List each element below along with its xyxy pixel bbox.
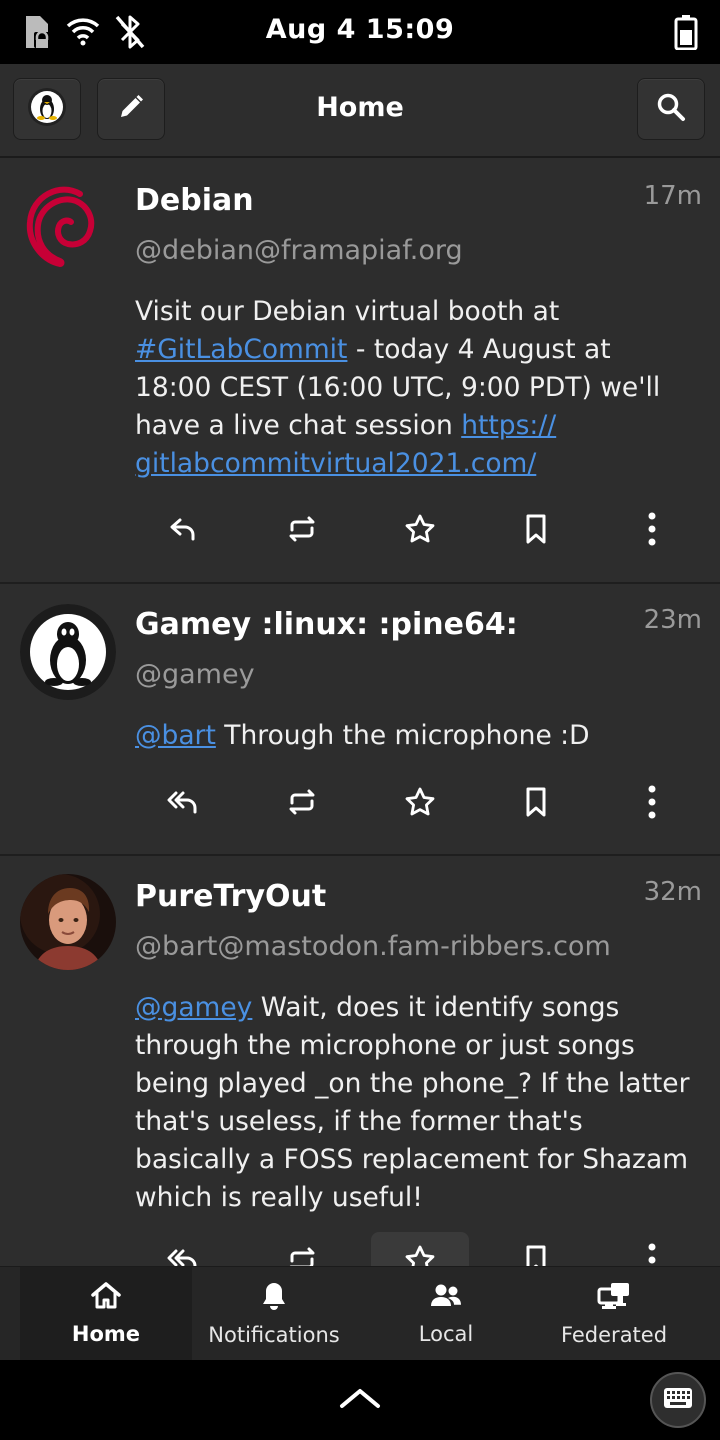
nav-federated[interactable]: Federated [532,1267,696,1361]
nav-label: Federated [560,1323,668,1347]
author-name[interactable]: Gamey :linux: :pine64: [135,607,518,642]
boost-button[interactable] [272,501,332,561]
more-button[interactable] [622,774,682,834]
page-title: Home [316,92,404,123]
more-vertical-icon [647,512,657,550]
search-button[interactable] [637,78,705,140]
boost-button[interactable] [272,1232,332,1266]
bookmark-icon [524,513,548,549]
post-text: Through the microphone :D [215,720,590,751]
battery-icon [674,14,698,54]
favourite-star-icon [404,1244,436,1266]
home-icon [90,1282,122,1314]
post-actions [125,1232,710,1266]
mention-link[interactable]: @gamey [135,992,252,1023]
post-actions [125,501,710,561]
bell-icon [260,1281,288,1315]
reply-all-icon [167,789,201,819]
keyboard-toggle-button[interactable] [650,1372,706,1428]
header-bar: Home [0,64,720,158]
boost-button[interactable] [272,774,332,834]
author-handle[interactable]: @gamey [135,659,255,690]
post-content: @gamey Wait, does it identify songs thro… [135,989,695,1217]
clock: Aug 4 15:09 [265,14,455,45]
people-icon [429,1282,463,1314]
bookmark-button[interactable] [506,774,566,834]
more-button[interactable] [622,501,682,561]
nav-local[interactable]: Local [370,1267,522,1361]
favourite-button[interactable] [371,1232,469,1266]
boost-icon [286,1246,318,1266]
author-name[interactable]: PureTryOut [135,879,326,914]
avatar[interactable] [20,176,116,272]
mention-link[interactable]: @bart [135,720,216,751]
bookmark-icon [524,786,548,822]
nav-label: Notifications [208,1323,340,1347]
post-gamey[interactable]: Gamey :linux: :pine64: @gamey 23m @bart … [0,584,720,856]
bookmark-button[interactable] [506,501,566,561]
system-gesture-bar [0,1360,720,1440]
more-button[interactable] [622,1232,682,1266]
favourite-button[interactable] [390,774,450,834]
url-link[interactable]: gitlabcommitvirtual2021.com/ [135,448,536,479]
avatar[interactable] [20,874,116,970]
favourite-star-icon [404,513,436,549]
nav-home[interactable]: Home [20,1267,192,1361]
post-text: Visit our Debian virtual booth at [135,296,560,327]
favourite-button[interactable] [390,501,450,561]
post-puretryout[interactable]: PureTryOut @bart@mastodon.fam-ribbers.co… [0,856,720,1266]
post-content: Visit our Debian virtual booth at #GitLa… [135,293,695,483]
bookmark-icon [524,1244,548,1266]
timeline[interactable]: Debian @debian@framapiaf.org 17m Visit o… [0,158,720,1266]
post-time: 32m [643,877,702,907]
reply-all-button[interactable] [154,1232,214,1266]
reply-all-button[interactable] [154,774,214,834]
more-vertical-icon [647,785,657,823]
avatar[interactable] [20,604,116,700]
post-actions [125,774,710,834]
keyboard-icon [663,1387,693,1413]
author-name[interactable]: Debian [135,183,254,218]
author-handle[interactable]: @bart@mastodon.fam-ribbers.com [135,931,611,962]
reply-button[interactable] [154,501,214,561]
hashtag-link[interactable]: #GitLabCommit [135,334,347,365]
favourite-star-icon [404,786,436,822]
federated-network-icon [597,1281,631,1315]
nav-notifications[interactable]: Notifications [192,1267,356,1361]
nav-label: Local [418,1322,474,1346]
boost-icon [286,788,318,820]
chevron-up-icon[interactable] [338,1386,382,1414]
author-handle[interactable]: @debian@framapiaf.org [135,235,463,266]
post-content: @bart Through the microphone :D [135,717,695,755]
boost-icon [286,515,318,547]
post-time: 23m [643,605,702,635]
reply-icon [169,516,199,546]
bookmark-button[interactable] [506,1232,566,1266]
nav-label: Home [71,1322,141,1346]
bottom-navigation: Home Notifications Local Federated [0,1266,720,1361]
status-bar: Aug 4 15:09 [0,0,720,64]
reply-all-icon [167,1247,201,1266]
more-vertical-icon [647,1243,657,1266]
post-time: 17m [643,181,702,211]
url-link[interactable]: https:// [461,410,556,441]
post-debian[interactable]: Debian @debian@framapiaf.org 17m Visit o… [0,158,720,584]
search-icon [656,92,686,126]
post-text: Wait, does it identify songs through the… [135,992,690,1213]
